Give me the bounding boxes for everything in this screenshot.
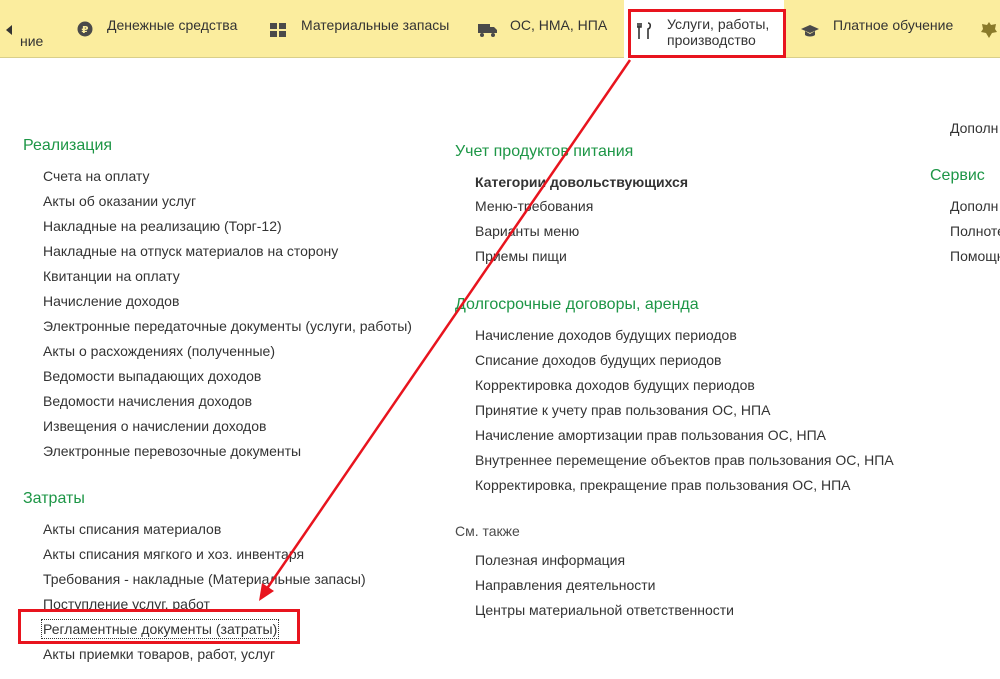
link-service-completeness[interactable]: Полноте [950,223,1000,239]
emblem-icon [981,22,997,38]
link-material-writeoff-acts[interactable]: Акты списания материалов [43,521,221,537]
link-service-additional[interactable]: Дополн [950,198,998,214]
scroll-left-arrow-icon[interactable] [6,25,12,35]
section-fixed-assets[interactable]: ОС, НМА, НПА [472,0,617,58]
ruble-coin-icon: ₽ [77,21,93,37]
section-services-works-production[interactable]: Услуги, работы, производство [624,0,784,58]
link-service-assistant[interactable]: Помощн [950,248,1000,264]
group-title-longterm-leases: Долгосрочные договоры, аренда [455,296,699,313]
link-menu-requisitions[interactable]: Меню-требования [475,198,593,214]
group-title-service: Сервис [930,167,985,184]
link-services-receipt[interactable]: Поступление услуг, работ [43,596,210,612]
section-materials-label: Материальные запасы [301,17,450,33]
link-material-release-waybills[interactable]: Накладные на отпуск материалов на сторон… [43,243,338,259]
link-invoices-for-payment[interactable]: Счета на оплату [43,168,150,184]
link-lost-income-statements[interactable]: Ведомости выпадающих доходов [43,368,261,384]
section-cash-label: Денежные средства [107,17,238,33]
link-sales-waybills[interactable]: Накладные на реализацию (Торг-12) [43,218,282,234]
link-additional-top[interactable]: Дополн [950,120,998,136]
tools-icon [637,22,652,39]
link-allowance-categories[interactable]: Категории довольствующихся [475,174,688,190]
link-future-income-adjustment[interactable]: Корректировка доходов будущих периодов [475,377,755,393]
section-cash[interactable]: ₽ Денежные средства [70,0,250,58]
link-soft-inventory-writeoff-acts[interactable]: Акты списания мягкого и хоз. инвентаря [43,546,304,562]
link-useful-info[interactable]: Полезная информация [475,552,625,568]
link-electronic-transfer-docs[interactable]: Электронные передаточные документы (услу… [43,318,412,334]
section-emblem[interactable] [972,0,1000,58]
link-income-accrual-notices[interactable]: Извещения о начислении доходов [43,418,266,434]
link-payment-receipts[interactable]: Квитанции на оплату [43,268,180,284]
link-right-of-use-termination[interactable]: Корректировка, прекращение прав пользова… [475,477,850,493]
link-acceptance-acts[interactable]: Акты приемки товаров, работ, услуг [43,646,275,662]
group-title-see-also: См. также [455,523,520,539]
section-fixed-assets-label: ОС, НМА, НПА [510,17,608,33]
link-service-acts[interactable]: Акты об оказании услуг [43,193,196,209]
link-requisition-waybills[interactable]: Требования - накладные (Материальные зап… [43,571,366,587]
group-title-food: Учет продуктов питания [455,143,634,160]
link-activity-directions[interactable]: Направления деятельности [475,577,655,593]
link-income-accrual-statements[interactable]: Ведомости начисления доходов [43,393,252,409]
link-responsibility-centers[interactable]: Центры материальной ответственности [475,602,734,618]
section-services-label-line1: Услуги, работы, [667,16,770,32]
link-menu-variants[interactable]: Варианты меню [475,223,579,239]
group-title-realization: Реализация [23,137,113,154]
link-right-of-use-depreciation[interactable]: Начисление амортизации прав пользования … [475,427,826,443]
section-partial-label[interactable]: ние [20,33,43,49]
grid-blocks-icon [270,23,286,37]
link-income-accrual[interactable]: Начисление доходов [43,293,179,309]
link-discrepancy-acts[interactable]: Акты о расхождениях (полученные) [43,343,275,359]
link-regulatory-documents-costs[interactable]: Регламентные документы (затраты) [40,619,280,639]
svg-text:₽: ₽ [82,25,89,36]
sections-panel: ние ₽ Денежные средства Материальные зап… [0,0,1000,58]
link-electronic-transport-docs[interactable]: Электронные перевозочные документы [43,443,301,459]
group-title-costs: Затраты [23,490,85,507]
link-meals[interactable]: Приемы пищи [475,248,567,264]
link-future-income-writeoff[interactable]: Списание доходов будущих периодов [475,352,721,368]
graduation-cap-icon [801,25,819,37]
section-paid-education[interactable]: Платное обучение [795,0,965,58]
section-services-label-line2: производство [667,32,756,48]
section-materials[interactable]: Материальные запасы [262,0,462,58]
section-paid-education-label: Платное обучение [833,17,954,33]
link-right-of-use-internal-transfer[interactable]: Внутреннее перемещение объектов прав пол… [475,452,894,468]
truck-icon [478,24,497,37]
link-right-of-use-acceptance[interactable]: Принятие к учету прав пользования ОС, НП… [475,402,770,418]
link-future-income-accrual[interactable]: Начисление доходов будущих периодов [475,327,737,343]
